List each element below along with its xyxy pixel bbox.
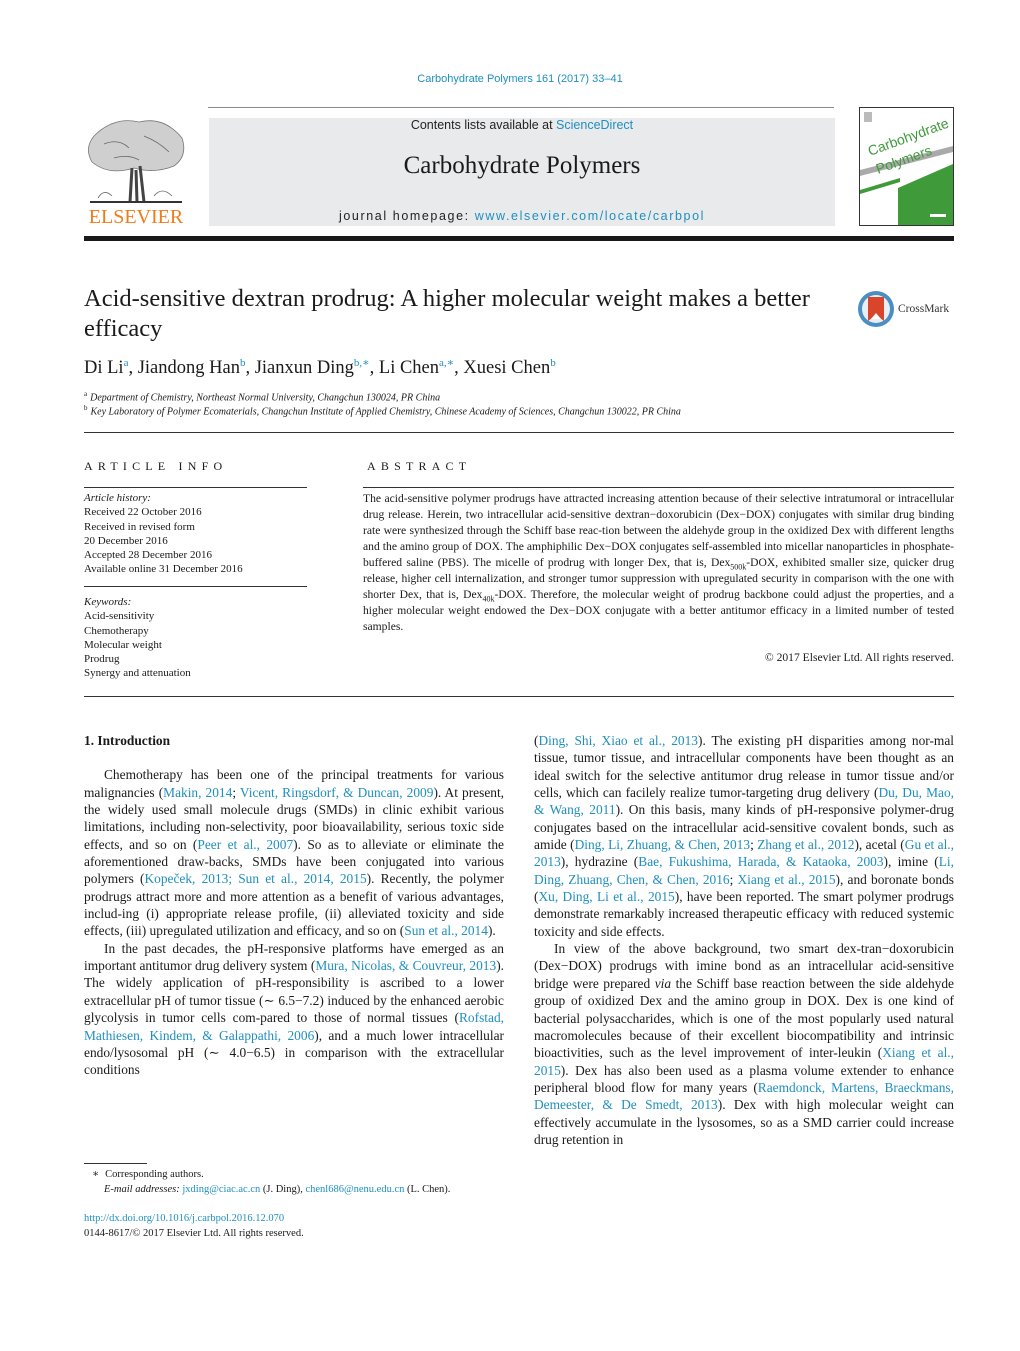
paragraph: Chemotherapy has been one of the princip…: [84, 767, 505, 939]
corresponding-author-footnote: ∗ Corresponding authors. E-mail addresses…: [92, 1169, 451, 1195]
abstract-text: The acid-sensitive polymer prodrugs have…: [363, 492, 954, 633]
homepage-line: journal homepage: www.elsevier.com/locat…: [209, 209, 835, 223]
keyword: Molecular weight: [84, 638, 162, 651]
sciencedirect-link[interactable]: ScienceDirect: [556, 118, 633, 132]
citation-link[interactable]: Xu, Ding, Li et al., 2015: [538, 889, 674, 904]
citation-link[interactable]: Zhang et al., 2012: [757, 837, 854, 852]
abstract-heading: ABSTRACT: [367, 459, 472, 473]
keyword: Synergy and attenuation: [84, 667, 191, 680]
front-matter-divider: [84, 696, 954, 697]
elsevier-logo-text: ELSEVIER: [88, 206, 184, 228]
email-link[interactable]: chenl686@nenu.edu.cn: [305, 1184, 404, 1195]
journal-homepage-link[interactable]: www.elsevier.com/locate/carbpol: [475, 209, 705, 223]
contents-prefix: Contents lists available at: [410, 118, 557, 132]
article-info-divider: [84, 487, 307, 488]
keywords-divider: [84, 586, 307, 587]
paragraph: (Ding, Shi, Xiao et al., 2013). The exis…: [534, 733, 955, 939]
history-item: Received in revised form: [84, 520, 195, 533]
italic-text: via: [654, 975, 672, 991]
affiliation-marker: b: [239, 357, 246, 369]
citation-link[interactable]: Kopeček, 2013; Sun et al., 2014, 2015: [144, 871, 366, 886]
journal-cover-thumbnail[interactable]: Carbohydrate Polymers: [859, 107, 954, 226]
citation-link[interactable]: Ding, Li, Zhuang, & Chen, 2013: [575, 837, 750, 852]
author[interactable]: Jiandong Hanb: [138, 357, 246, 378]
history-item: Received 22 October 2016: [84, 506, 202, 519]
abstract-divider: [363, 487, 954, 488]
author[interactable]: Jianxun Dingb,∗: [255, 357, 370, 378]
contents-line: Contents lists available at ScienceDirec…: [209, 118, 835, 132]
history-item: 20 December 2016: [84, 534, 168, 547]
citation-link[interactable]: Du, Du, Mao, & Wang, 2011: [534, 785, 954, 817]
article-history: Article history: Received 22 October 201…: [84, 491, 307, 577]
body-column-right: (Ding, Shi, Xiao et al., 2013). The exis…: [534, 732, 954, 1148]
author-list: Di Lia, Jiandong Hanb, Jianxun Dingb,∗, …: [84, 357, 556, 379]
author[interactable]: Xuesi Chenb: [463, 357, 556, 378]
doi-block: http://dx.doi.org/10.1016/j.carbpol.2016…: [84, 1212, 304, 1241]
keyword: Acid-sensitivity: [84, 610, 155, 623]
homepage-prefix: journal homepage:: [338, 209, 475, 223]
affiliation-marker: b: [550, 357, 556, 369]
citation-link[interactable]: Makin, 2014: [163, 785, 232, 800]
citation-link[interactable]: Sun et al., 2014: [404, 923, 488, 938]
affiliation-marker: a,∗: [439, 357, 455, 369]
citation-link[interactable]: Vicent, Ringsdorf, & Duncan, 2009: [240, 785, 434, 800]
keywords-label: Keywords:: [84, 596, 132, 608]
affiliation-marker: a: [123, 357, 129, 369]
history-item: Available online 31 December 2016: [84, 563, 243, 576]
citation-link[interactable]: Xiang et al., 2015: [738, 872, 836, 887]
header-thick-divider: [84, 236, 954, 241]
footnote-divider: [84, 1163, 147, 1164]
author[interactable]: Li Chena,∗: [379, 357, 455, 378]
affiliation-divider: [84, 432, 954, 433]
author[interactable]: Di Lia: [84, 357, 129, 378]
citation-link[interactable]: Xiang et al., 2015: [534, 1045, 954, 1077]
history-label: Article history:: [84, 492, 151, 504]
abstract-copyright: © 2017 Elsevier Ltd. All rights reserved…: [764, 651, 954, 664]
issn-line: 0144-8617/© 2017 Elsevier Ltd. All right…: [84, 1227, 304, 1239]
body-column-left: 1. Introduction Chemotherapy has been on…: [84, 732, 504, 1079]
journal-name: Carbohydrate Polymers: [403, 152, 641, 179]
affiliation-marker: b,∗: [353, 357, 370, 369]
paragraph: In the past decades, the pH-responsive p…: [84, 940, 504, 1078]
affiliation-b: b Key Laboratory of Polymer Ecomaterials,…: [84, 404, 681, 418]
crossmark-icon: [858, 291, 894, 327]
keyword: Prodrug: [84, 653, 120, 666]
history-item: Accepted 28 December 2016: [84, 549, 212, 562]
citation-link[interactable]: Peer et al., 2007: [197, 837, 293, 852]
citation-link[interactable]: Rofstad, Mathiesen, Kindem, & Galappathi…: [84, 1010, 504, 1042]
section-heading-introduction: 1. Introduction: [84, 733, 171, 748]
header-divider: [208, 107, 834, 108]
citation-link[interactable]: Ding, Shi, Xiao et al., 2013: [538, 733, 698, 748]
citation-link[interactable]: Bae, Fukushima, Harada, & Kataoka, 2003: [638, 854, 883, 869]
doi-link[interactable]: http://dx.doi.org/10.1016/j.carbpol.2016…: [84, 1213, 284, 1224]
citation-link[interactable]: Mura, Nicolas, & Couvreur, 2013: [315, 958, 496, 973]
journal-reference-link[interactable]: Carbohydrate Polymers 161 (2017) 33–41: [0, 73, 1020, 85]
article-info-heading: ARTICLE INFO: [84, 459, 228, 473]
citation-link[interactable]: Raemdonck, Martens, Braeckmans, Demeeste…: [534, 1080, 954, 1112]
email-link[interactable]: jxding@ciac.ac.cn: [182, 1184, 260, 1195]
crossmark-label: CrossMark: [898, 303, 950, 315]
paragraph: In view of the above background, two sma…: [534, 941, 954, 1147]
keywords: Keywords: Acid-sensitivity Chemotherapy …: [84, 595, 307, 681]
keyword: Chemotherapy: [84, 624, 149, 637]
paper-title: Acid-sensitive dextran prodrug: A higher…: [84, 285, 810, 342]
affiliation-a: a Department of Chemistry, Northeast Norm…: [84, 390, 441, 404]
